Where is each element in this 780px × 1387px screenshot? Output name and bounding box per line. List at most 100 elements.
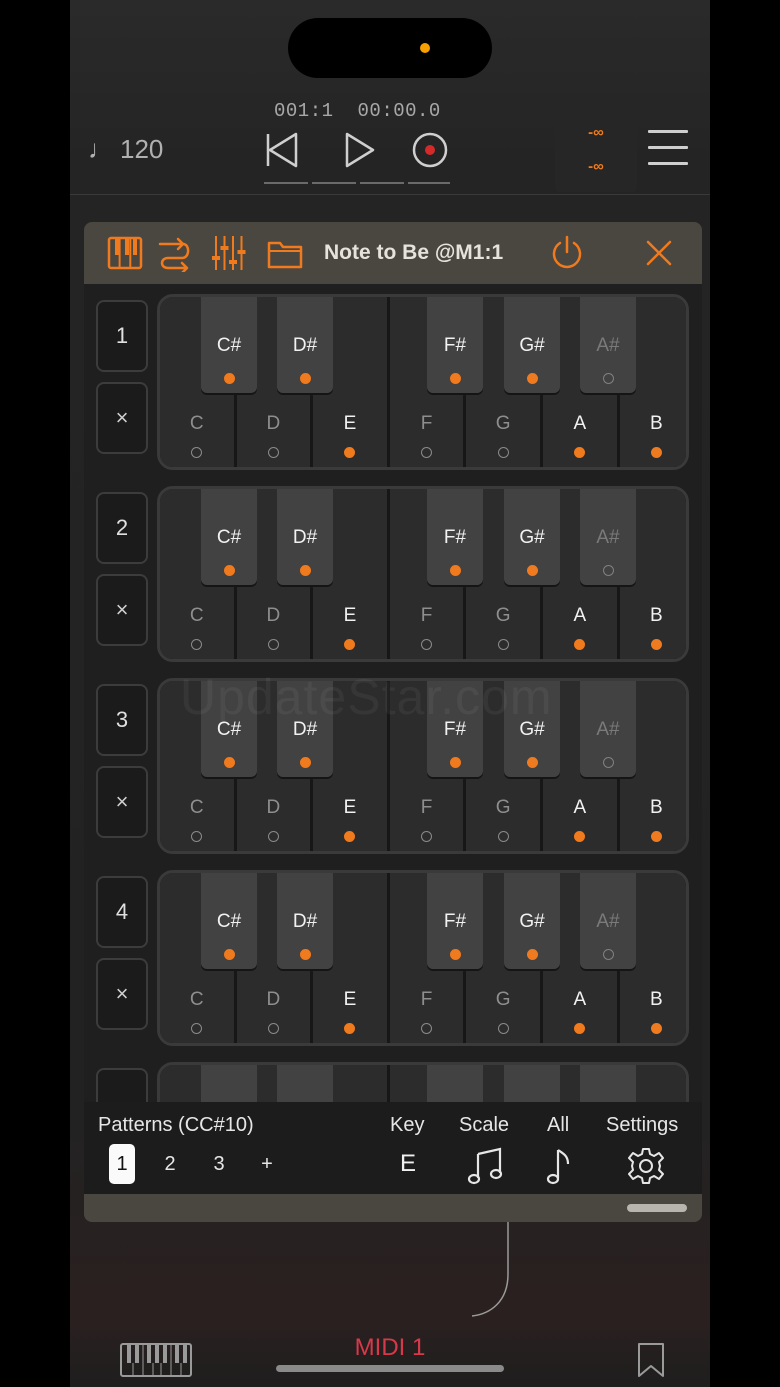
row-number-button[interactable]: 4 bbox=[96, 876, 148, 948]
row-number-button[interactable]: 1 bbox=[96, 300, 148, 372]
rewind-button[interactable] bbox=[258, 126, 306, 174]
black-key-c-sharp[interactable]: C# bbox=[201, 489, 257, 585]
pattern-tab-1[interactable]: 1 bbox=[109, 1144, 135, 1184]
tempo-value: 120 bbox=[120, 134, 164, 164]
black-key-g-sharp[interactable]: G# bbox=[504, 489, 560, 585]
scale-notes-icon[interactable] bbox=[466, 1146, 506, 1186]
key-active-dot bbox=[449, 757, 461, 768]
scrollbar-thumb[interactable] bbox=[627, 1204, 687, 1212]
black-key-c-sharp[interactable] bbox=[201, 1065, 257, 1102]
row-number-button[interactable]: 3 bbox=[96, 684, 148, 756]
key-label: A bbox=[573, 413, 587, 434]
record-icon bbox=[412, 132, 448, 168]
key-active-dot bbox=[650, 639, 662, 650]
pattern-tab-3[interactable]: 3 bbox=[206, 1144, 232, 1184]
row-number-button[interactable] bbox=[96, 1068, 148, 1102]
key-inactive-dot bbox=[191, 1023, 203, 1034]
bookmark-icon[interactable] bbox=[636, 1342, 666, 1378]
key-active-dot bbox=[526, 565, 538, 576]
key-label: F# bbox=[443, 911, 467, 932]
single-note-icon[interactable] bbox=[540, 1146, 580, 1186]
plugin-title: Note to Be @M1:1 bbox=[324, 241, 504, 264]
tempo-display[interactable]: ♩ 120 bbox=[88, 134, 163, 165]
transport-underline bbox=[408, 182, 450, 184]
key-active-dot bbox=[299, 949, 311, 960]
row-clear-button[interactable]: × bbox=[96, 958, 148, 1030]
key-active-dot bbox=[449, 373, 461, 384]
black-key-d-sharp[interactable]: D# bbox=[277, 489, 333, 585]
power-icon[interactable] bbox=[548, 234, 586, 272]
close-icon[interactable] bbox=[640, 234, 678, 272]
key-active-dot bbox=[344, 447, 356, 458]
key-active-dot bbox=[299, 373, 311, 384]
key-label: A# bbox=[596, 911, 620, 932]
black-key-g-sharp[interactable]: G# bbox=[504, 873, 560, 969]
key-label: D bbox=[266, 413, 281, 434]
key-inactive-dot bbox=[191, 639, 203, 650]
note-keyboard: C D E F G A B C# D# F# G# A# bbox=[157, 486, 689, 662]
row-clear-button[interactable]: × bbox=[96, 766, 148, 838]
header-divider bbox=[70, 194, 710, 195]
black-key-d-sharp[interactable] bbox=[277, 1065, 333, 1102]
key-label: D# bbox=[292, 335, 318, 356]
black-key-f-sharp[interactable] bbox=[427, 1065, 483, 1102]
key-label: B bbox=[650, 797, 663, 818]
play-icon bbox=[345, 132, 375, 168]
key-label: A bbox=[573, 605, 587, 626]
black-key-f-sharp[interactable]: F# bbox=[427, 297, 483, 393]
black-key-c-sharp[interactable]: C# bbox=[201, 297, 257, 393]
recording-indicator-dot bbox=[420, 43, 430, 53]
black-key-a-sharp[interactable]: A# bbox=[580, 489, 636, 585]
row-number-button[interactable]: 2 bbox=[96, 492, 148, 564]
black-key-f-sharp[interactable]: F# bbox=[427, 873, 483, 969]
key-active-dot bbox=[223, 949, 235, 960]
black-key-d-sharp[interactable]: D# bbox=[277, 873, 333, 969]
track-title[interactable]: MIDI 1 bbox=[70, 1334, 710, 1362]
watermark: UpdateStar.com bbox=[180, 669, 553, 725]
black-key-a-sharp[interactable]: A# bbox=[580, 297, 636, 393]
key-value[interactable]: E bbox=[400, 1150, 416, 1178]
row-clear-button[interactable]: × bbox=[96, 574, 148, 646]
pattern-tab-2[interactable]: 2 bbox=[157, 1144, 183, 1184]
key-active-dot bbox=[299, 565, 311, 576]
black-key-c-sharp[interactable]: C# bbox=[201, 873, 257, 969]
key-label: C# bbox=[216, 335, 242, 356]
row-clear-button[interactable]: × bbox=[96, 382, 148, 454]
key-label: A# bbox=[596, 335, 620, 356]
horizontal-scrollbar[interactable] bbox=[84, 1194, 702, 1222]
key-inactive-dot bbox=[497, 831, 509, 842]
black-key-a-sharp[interactable]: A# bbox=[580, 873, 636, 969]
key-inactive-dot bbox=[602, 373, 614, 384]
key-label: E bbox=[343, 989, 357, 1010]
black-key-g-sharp[interactable]: G# bbox=[504, 297, 560, 393]
routing-icon[interactable] bbox=[156, 234, 194, 272]
level-meter[interactable]: -∞ -∞ bbox=[555, 96, 637, 192]
key-label: G# bbox=[519, 911, 545, 932]
scale-label: Scale bbox=[459, 1114, 510, 1136]
key-label: C bbox=[189, 989, 204, 1010]
mixer-sliders-icon[interactable] bbox=[210, 234, 248, 272]
app-screen: ♩ 120 001:1 00:00.0 -∞ -∞ Note to Be @M1… bbox=[70, 0, 710, 1387]
key-label: G bbox=[495, 797, 511, 818]
time-position: 00:00.0 bbox=[357, 100, 441, 122]
hamburger-menu-icon[interactable] bbox=[648, 130, 688, 170]
folder-icon[interactable] bbox=[266, 234, 304, 272]
black-key-a-sharp[interactable]: A# bbox=[580, 681, 636, 777]
play-button[interactable] bbox=[336, 126, 384, 174]
key-active-dot bbox=[223, 757, 235, 768]
key-label: A bbox=[573, 989, 587, 1010]
black-key-d-sharp[interactable]: D# bbox=[277, 297, 333, 393]
key-label: F bbox=[420, 413, 433, 434]
record-button[interactable] bbox=[406, 126, 454, 174]
add-pattern-button[interactable]: + bbox=[254, 1144, 280, 1184]
key-active-dot bbox=[344, 1023, 356, 1034]
gear-icon[interactable] bbox=[626, 1146, 666, 1186]
piano-keys-icon[interactable] bbox=[106, 234, 144, 272]
key-inactive-dot bbox=[267, 639, 279, 650]
black-key-f-sharp[interactable]: F# bbox=[427, 489, 483, 585]
plugin-header: Note to Be @M1:1 bbox=[84, 222, 702, 284]
key-active-dot bbox=[650, 1023, 662, 1034]
black-key-a-sharp[interactable] bbox=[580, 1065, 636, 1102]
home-indicator[interactable] bbox=[276, 1365, 504, 1372]
black-key-g-sharp[interactable] bbox=[504, 1065, 560, 1102]
